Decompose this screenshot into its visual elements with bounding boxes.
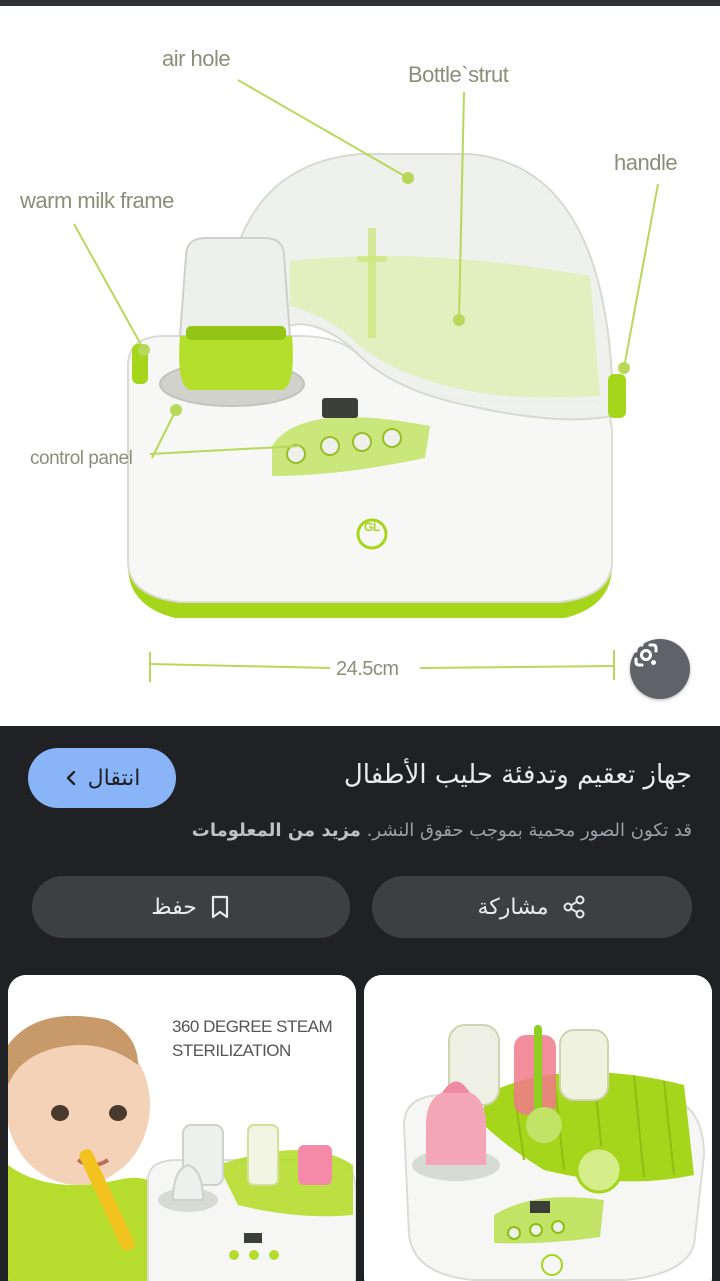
copyright-notice-text: قد تكون الصور محمية بموجب حقوق النشر. xyxy=(366,820,692,841)
share-label: مشاركة xyxy=(477,894,549,920)
google-lens-icon xyxy=(634,643,658,667)
callout-air-hole: air hole xyxy=(162,46,231,71)
callout-bottle-strut: Bottle`strut xyxy=(408,62,509,87)
copyright-notice: قد تكون الصور محمية بموجب حقوق النشر. مز… xyxy=(52,820,692,841)
save-button[interactable]: حفظ xyxy=(32,876,350,938)
sterilizer-illustration xyxy=(73,79,659,682)
callout-handle: handle xyxy=(614,150,678,175)
related-image-card[interactable]: 360 DEGREE STEAM STERILIZATION xyxy=(8,975,356,1281)
result-title: جهاز تعقيم وتدفئة حليب الأطفال xyxy=(343,760,692,790)
caption-line-1: 360 DEGREE STEAM xyxy=(172,1017,333,1036)
save-label: حفظ xyxy=(151,894,197,920)
caption-line-2: STERILIZATION xyxy=(172,1041,291,1060)
related-card-caption: 360 DEGREE STEAM STERILIZATION xyxy=(172,1015,333,1063)
bookmark-icon xyxy=(211,895,228,919)
callout-warm-milk-frame: warm milk frame xyxy=(20,188,174,213)
callout-width: 24.5cm xyxy=(336,658,399,680)
callout-control-panel: control panel xyxy=(30,448,133,469)
chevron-left-icon xyxy=(66,770,75,786)
product-logo: GL xyxy=(364,520,380,534)
related-image-card[interactable] xyxy=(364,975,712,1281)
share-button[interactable]: مشاركة xyxy=(372,876,692,938)
visit-label: انتقال xyxy=(87,765,141,791)
sterilizer-with-bottles-photo xyxy=(364,975,712,1281)
lens-search-button[interactable] xyxy=(630,639,690,699)
visit-button[interactable]: انتقال xyxy=(28,748,176,808)
main-image[interactable]: air hole Bottle`strut handle warm milk f… xyxy=(0,6,720,726)
share-icon xyxy=(563,895,585,919)
learn-more-link[interactable]: مزيد من المعلومات xyxy=(192,820,361,841)
